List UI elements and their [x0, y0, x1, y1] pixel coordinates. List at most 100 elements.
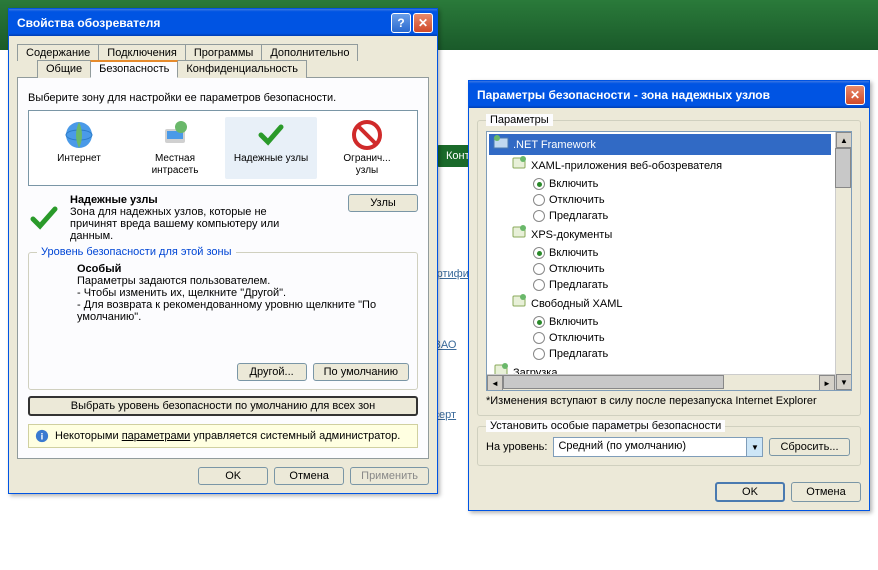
- reset-label: Установить особые параметры безопасности: [486, 420, 725, 432]
- security-settings-window: Параметры безопасности - зона надежных у…: [468, 80, 870, 511]
- zone-trusted[interactable]: Надежные узлы: [225, 117, 317, 179]
- tree-label: XAML-приложения веб-обозревателя: [531, 158, 722, 174]
- parameters-label: Параметры: [486, 114, 553, 126]
- tree-node[interactable]: Отключить: [489, 192, 831, 208]
- scroll-right-button[interactable]: ►: [819, 375, 835, 391]
- zone-restricted[interactable]: Огранич... узлы: [321, 117, 413, 179]
- tab-general[interactable]: Общие: [37, 60, 91, 78]
- vscroll-thumb[interactable]: [835, 148, 851, 188]
- radio-button[interactable]: [533, 316, 545, 328]
- radio-button[interactable]: [533, 348, 545, 360]
- tab-security[interactable]: Безопасность: [90, 60, 178, 78]
- sites-button[interactable]: Узлы: [348, 194, 418, 212]
- svg-text:i: i: [41, 432, 44, 443]
- settings-tree[interactable]: .NET Framework XAML-приложения веб-обозре…: [486, 131, 852, 391]
- radio-button[interactable]: [533, 210, 545, 222]
- scroll-left-button[interactable]: ◄: [487, 375, 503, 391]
- tree-node[interactable]: Включить: [489, 176, 831, 192]
- radio-button[interactable]: [533, 194, 545, 206]
- leaf-icon: [511, 293, 527, 314]
- radio-button[interactable]: [533, 332, 545, 344]
- radio-button[interactable]: [533, 178, 545, 190]
- tab-advanced[interactable]: Дополнительно: [261, 44, 358, 61]
- zone-description: Зона для надежных узлов, которые не прич…: [70, 206, 300, 242]
- tree-label: Включить: [549, 176, 598, 192]
- reset-button[interactable]: Сбросить...: [769, 438, 849, 456]
- tree-node[interactable]: Свободный XAML: [489, 293, 831, 314]
- tree-node[interactable]: Предлагать: [489, 277, 831, 293]
- titlebar[interactable]: Свойства обозревателя ? ✕: [9, 9, 437, 36]
- close-button-2[interactable]: ✕: [845, 85, 865, 105]
- cancel-button[interactable]: Отмена: [274, 467, 344, 485]
- hscroll-thumb[interactable]: [503, 375, 724, 389]
- tree-label: Предлагать: [549, 208, 608, 224]
- net-icon: [493, 134, 509, 155]
- tree-node[interactable]: Отключить: [489, 330, 831, 346]
- tree-node[interactable]: Включить: [489, 245, 831, 261]
- tab-programs[interactable]: Программы: [185, 44, 262, 61]
- check-icon: [255, 119, 287, 151]
- tree-node[interactable]: XPS-документы: [489, 224, 831, 245]
- level-line3: - Для возврата к рекомендованному уровню…: [77, 299, 409, 323]
- leaf-icon: [511, 224, 527, 245]
- tree-node[interactable]: Отключить: [489, 261, 831, 277]
- zone-intranet[interactable]: Местная интрасеть: [129, 117, 221, 179]
- horizontal-scrollbar[interactable]: ◄ ►: [487, 374, 835, 390]
- zone-internet[interactable]: Интернет: [33, 117, 125, 179]
- tree-label: Включить: [549, 314, 598, 330]
- tabs-row-2: Общие Безопасность Конфиденциальность: [17, 60, 429, 78]
- vertical-scrollbar[interactable]: ▲ ▼: [835, 132, 851, 390]
- radio-button[interactable]: [533, 263, 545, 275]
- reset-group: Установить особые параметры безопасности…: [477, 426, 861, 466]
- tree-node[interactable]: .NET Framework: [489, 134, 831, 155]
- close-button[interactable]: ✕: [413, 13, 433, 33]
- level-line1: Параметры задаются пользователем.: [77, 275, 409, 287]
- parameters-group: Параметры .NET FrameworkXAML-приложения …: [477, 120, 861, 416]
- tree-node[interactable]: Предлагать: [489, 208, 831, 224]
- tabs-row-1: Содержание Подключения Программы Дополни…: [17, 44, 429, 61]
- tab-connections[interactable]: Подключения: [98, 44, 186, 61]
- zone-list[interactable]: Интернет Местная интрасеть Надежные узлы…: [28, 110, 418, 186]
- tab-panel: Выберите зону для настройки ее параметро…: [17, 77, 429, 459]
- tab-content[interactable]: Содержание: [17, 44, 99, 61]
- tree-label: .NET Framework: [513, 137, 596, 153]
- security-level-group: Уровень безопасности для этой зоны Особы…: [28, 252, 418, 390]
- info-text: Некоторыми параметрами управляется систе…: [55, 430, 400, 442]
- reset-level-combo[interactable]: Средний (по умолчанию) ▼: [553, 437, 763, 457]
- internet-options-window: Свойства обозревателя ? ✕ Содержание Под…: [8, 8, 438, 494]
- tree-label: Отключить: [549, 261, 605, 277]
- restricted-icon: [351, 119, 383, 151]
- info-link[interactable]: параметрами: [122, 430, 191, 442]
- dropdown-arrow-icon[interactable]: ▼: [746, 438, 762, 456]
- tree-label: Свободный XAML: [531, 296, 623, 312]
- zone-prompt: Выберите зону для настройки ее параметро…: [28, 92, 418, 104]
- scroll-up-button[interactable]: ▲: [836, 132, 852, 148]
- help-button[interactable]: ?: [391, 13, 411, 33]
- radio-button[interactable]: [533, 279, 545, 291]
- info-icon: i: [35, 429, 49, 443]
- default-level-button[interactable]: По умолчанию: [313, 363, 409, 381]
- tab-privacy[interactable]: Конфиденциальность: [177, 60, 307, 78]
- radio-button[interactable]: [533, 247, 545, 259]
- custom-level-button[interactable]: Другой...: [237, 363, 307, 381]
- scroll-down-button[interactable]: ▼: [836, 374, 852, 390]
- reset-all-zones-button[interactable]: Выбрать уровень безопасности по умолчани…: [28, 396, 418, 416]
- apply-button[interactable]: Применить: [350, 467, 429, 485]
- tree-node[interactable]: XAML-приложения веб-обозревателя: [489, 155, 831, 176]
- titlebar-2[interactable]: Параметры безопасности - зона надежных у…: [469, 81, 869, 108]
- ok-button-2[interactable]: OK: [715, 482, 785, 502]
- security-level-label: Уровень безопасности для этой зоны: [37, 246, 236, 258]
- info-bar: i Некоторыми параметрами управляется сис…: [28, 424, 418, 448]
- cancel-button-2[interactable]: Отмена: [791, 482, 861, 502]
- tree-label: Отключить: [549, 330, 605, 346]
- tree-label: Включить: [549, 245, 598, 261]
- ok-button[interactable]: OK: [198, 467, 268, 485]
- tree-node[interactable]: Предлагать: [489, 346, 831, 362]
- intranet-icon: [159, 119, 191, 151]
- globe-icon: [63, 119, 95, 151]
- restart-note: *Изменения вступают в силу после перезап…: [486, 395, 852, 407]
- level-line2: - Чтобы изменить их, щелкните "Другой".: [77, 287, 409, 299]
- reset-to-label: На уровень:: [486, 441, 547, 453]
- combo-value: Средний (по умолчанию): [554, 438, 746, 456]
- tree-node[interactable]: Включить: [489, 314, 831, 330]
